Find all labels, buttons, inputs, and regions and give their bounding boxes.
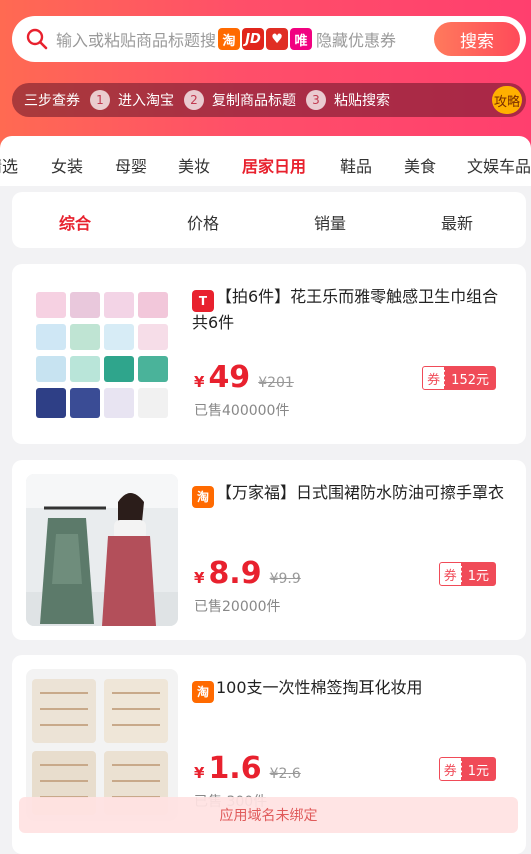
sort-bar: 综合 价格 销量 最新: [12, 192, 526, 248]
search-placeholder[interactable]: 输入或粘贴商品标题搜: [56, 27, 216, 51]
coupon-badge: 券 1元: [438, 757, 496, 781]
tab-category[interactable]: 女装: [51, 153, 83, 177]
vip-icon: 唯: [290, 28, 313, 50]
pinduoduo-icon: ♥: [266, 28, 289, 50]
tmall-icon: T: [192, 290, 214, 312]
sort-option[interactable]: 价格: [163, 210, 243, 234]
product-price: ¥1.6 ¥2.6: [194, 751, 301, 786]
tab-category[interactable]: 美妆: [178, 153, 210, 177]
sort-option-active[interactable]: 综合: [35, 210, 115, 234]
tab-category[interactable]: 美食: [404, 153, 436, 177]
steps-intro: 三步查券: [24, 93, 80, 109]
tab-category[interactable]: 鞋品: [340, 153, 372, 177]
jd-icon: JD: [242, 28, 265, 50]
step-number: 2: [184, 90, 204, 110]
taobao-icon: 淘: [192, 486, 214, 508]
tab-category[interactable]: 文娱车品: [467, 153, 531, 177]
step-label: 复制商品标题: [212, 93, 296, 109]
product-title[interactable]: T 【拍6件】花王乐而雅零触感卫生巾组合共6件: [192, 286, 506, 333]
search-icon: [24, 26, 50, 52]
sort-option[interactable]: 销量: [290, 210, 370, 234]
product-image[interactable]: [26, 474, 178, 626]
coupon-badge: 券 152元: [422, 366, 496, 390]
product-title[interactable]: 淘 100支一次性棉签掏耳化妆用: [192, 677, 506, 703]
step-label: 进入淘宝: [118, 93, 174, 109]
original-price: ¥2.6: [269, 766, 301, 782]
original-price: ¥201: [258, 375, 294, 391]
product-price: ¥49 ¥201: [194, 360, 294, 395]
sold-count: 已售400000件: [194, 403, 290, 419]
product-card[interactable]: T 【拍6件】花王乐而雅零触感卫生巾组合共6件 ¥49 ¥201 券 152元 已售4…: [12, 264, 526, 444]
taobao-icon: 淘: [218, 28, 241, 50]
search-bar[interactable]: 输入或粘贴商品标题搜 淘 JD ♥ 唯 隐藏优惠券 搜索: [12, 16, 526, 62]
step-number: 3: [306, 90, 326, 110]
coupon-badge: 券 1元: [438, 562, 496, 586]
product-card[interactable]: 淘【万家福】日式围裙防水防油可擦手罩衣 ¥8.9 ¥9.9 券 1元 已售20000…: [12, 460, 526, 640]
step-number: 1: [90, 90, 110, 110]
original-price: ¥9.9: [269, 571, 301, 587]
product-title[interactable]: 淘【万家福】日式围裙防水防油可擦手罩衣: [192, 482, 506, 508]
step-label: 粘贴搜索: [334, 93, 390, 109]
toast-message: 应用域名未绑定: [19, 797, 518, 833]
category-tabs: 精选 女装 母婴 美妆 居家日用 鞋品 美食 文娱车品: [0, 136, 531, 186]
search-placeholder-suffix: 隐藏优惠券: [316, 31, 397, 50]
tab-category[interactable]: 母婴: [115, 153, 147, 177]
coupon-steps-banner: 三步查券 1 进入淘宝 2 复制商品标题 3 粘贴搜索 攻略: [12, 83, 526, 117]
sort-option[interactable]: 最新: [417, 210, 497, 234]
taobao-icon: 淘: [192, 681, 214, 703]
guide-button[interactable]: 攻略: [492, 86, 522, 114]
tab-category-active[interactable]: 居家日用: [242, 153, 306, 177]
tab-category[interactable]: 精选: [0, 153, 18, 177]
product-image[interactable]: [26, 278, 178, 430]
sold-count: 已售20000件: [194, 599, 281, 615]
product-price: ¥8.9 ¥9.9: [194, 556, 301, 591]
search-button[interactable]: 搜索: [434, 22, 520, 56]
